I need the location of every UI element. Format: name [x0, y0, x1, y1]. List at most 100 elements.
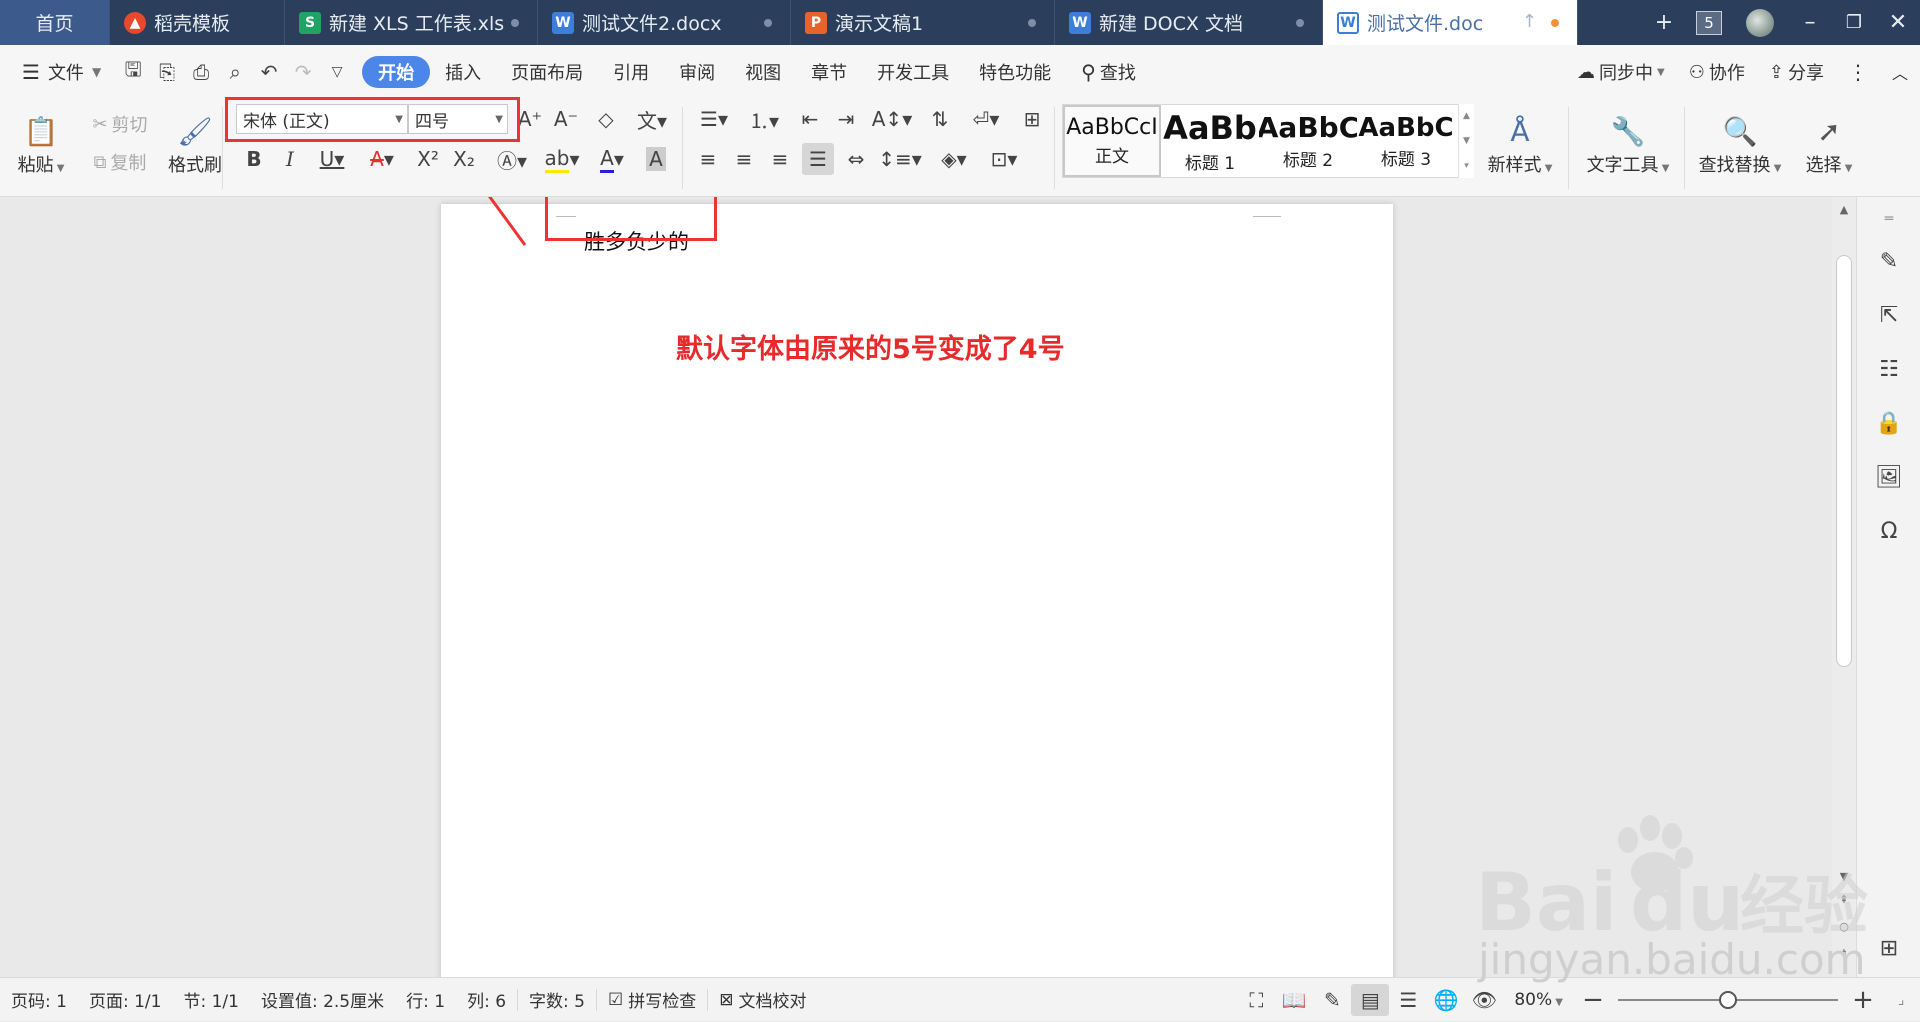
- phonetic-guide-icon[interactable]: 文▾: [630, 103, 674, 135]
- customize-quick-access-icon[interactable]: ▽: [320, 56, 354, 88]
- web-view-icon[interactable]: 🌐: [1427, 984, 1465, 1016]
- style-heading-1[interactable]: AaBb 标题 1: [1161, 105, 1259, 177]
- text-effect-icon[interactable]: Ⓐ▾: [490, 143, 534, 175]
- unsaved-dot-icon[interactable]: [1551, 19, 1559, 27]
- spell-check-button[interactable]: ☑ 拼写检查: [597, 987, 707, 1013]
- more-options-icon[interactable]: ⋮: [1836, 56, 1880, 88]
- numbered-list-icon[interactable]: ⒈▾: [742, 103, 786, 135]
- borders-icon[interactable]: ⊡▾: [982, 143, 1026, 175]
- italic-icon[interactable]: I: [274, 143, 306, 175]
- save-icon[interactable]: 🖫: [116, 56, 150, 88]
- outline-view-icon[interactable]: ☰: [1389, 984, 1427, 1016]
- char-shading-icon[interactable]: A: [640, 143, 672, 175]
- export-icon[interactable]: ⎘: [150, 56, 184, 88]
- prev-page-icon[interactable]: ⇞: [1836, 893, 1852, 906]
- decrease-indent-icon[interactable]: ⇤: [794, 103, 826, 135]
- tab-home[interactable]: 首页: [0, 0, 110, 45]
- scrollbar-thumb[interactable]: [1836, 255, 1852, 667]
- scroll-up-icon[interactable]: ▲: [1836, 203, 1852, 216]
- bullet-list-icon[interactable]: ☰▾: [692, 103, 736, 135]
- show-hide-marks-icon[interactable]: ⏎▾: [964, 103, 1008, 135]
- zoom-slider[interactable]: [1618, 990, 1838, 1010]
- adjust-sliders-icon[interactable]: ☷: [1873, 353, 1905, 385]
- tab-test-file-2[interactable]: W 测试文件2.docx: [538, 0, 791, 45]
- image-icon[interactable]: 🖼: [1873, 461, 1905, 493]
- menu-tab-view[interactable]: 视图: [730, 56, 796, 88]
- status-pages[interactable]: 页面: 1/1: [78, 987, 173, 1012]
- tab-new-docx[interactable]: W 新建 DOCX 文档: [1055, 0, 1323, 45]
- find-replace-button[interactable]: 🔍 查找替换 ▼: [1690, 105, 1790, 187]
- tab-test-file-active[interactable]: W 测试文件.doc ↑: [1323, 0, 1578, 45]
- tab-daoke-templates[interactable]: ▲ 稻壳模板: [110, 0, 285, 45]
- close-dot-icon[interactable]: [1028, 19, 1036, 27]
- align-right-icon[interactable]: ≡: [764, 143, 796, 175]
- distributed-align-icon[interactable]: ⇔: [840, 143, 872, 175]
- highlight-icon[interactable]: ab ▾: [540, 143, 584, 175]
- align-center-icon[interactable]: ≡: [728, 143, 760, 175]
- table-grid-icon[interactable]: ⊞: [1016, 103, 1048, 135]
- collapse-ribbon-icon[interactable]: ︿: [1880, 56, 1920, 88]
- text-tools-button[interactable]: 🔧 文字工具 ▼: [1578, 105, 1678, 187]
- zoom-out-icon[interactable]: −: [1574, 984, 1612, 1016]
- style-gallery-scroller[interactable]: ▲ ▼ ▾: [1458, 104, 1474, 178]
- shrink-font-icon[interactable]: A⁻: [550, 103, 582, 135]
- document-area[interactable]: 胜多负少的: [0, 197, 1832, 977]
- share-button[interactable]: ⇪ 分享: [1757, 56, 1836, 88]
- cut-button[interactable]: ✂ 剪切: [80, 109, 160, 139]
- status-row[interactable]: 行: 1: [395, 987, 456, 1012]
- increase-indent-icon[interactable]: ⇥: [830, 103, 862, 135]
- font-color-icon[interactable]: A ▾: [590, 143, 634, 175]
- close-dot-icon[interactable]: [511, 19, 519, 27]
- align-left-icon[interactable]: ≡: [692, 143, 724, 175]
- sync-button[interactable]: ☁ 同步中 ▼: [1565, 56, 1677, 88]
- write-mode-icon[interactable]: ✎: [1313, 984, 1351, 1016]
- upload-arrow-icon[interactable]: ↑: [1522, 11, 1537, 32]
- style-heading-2[interactable]: AaBbC 标题 2: [1259, 105, 1357, 177]
- underline-icon[interactable]: U▾: [310, 143, 354, 175]
- lock-icon[interactable]: 🔒: [1873, 407, 1905, 439]
- menu-tab-developer[interactable]: 开发工具: [862, 56, 964, 88]
- superscript-icon[interactable]: X²: [412, 143, 444, 175]
- search-menu[interactable]: ⚲ 查找: [1066, 56, 1151, 88]
- close-dot-icon[interactable]: [1296, 19, 1304, 27]
- menu-tab-page-layout[interactable]: 页面布局: [496, 56, 598, 88]
- new-tab-plus-icon[interactable]: +: [1642, 10, 1686, 35]
- zoom-in-icon[interactable]: +: [1844, 984, 1882, 1016]
- zoom-level[interactable]: 80% ▼: [1503, 990, 1574, 1010]
- window-count-badge[interactable]: 5: [1696, 10, 1722, 35]
- pen-edit-icon[interactable]: ✎: [1873, 245, 1905, 277]
- menu-tab-insert[interactable]: 插入: [430, 56, 496, 88]
- new-style-button[interactable]: Å 新样式 ▼: [1480, 105, 1560, 187]
- restore-icon[interactable]: ❐: [1832, 12, 1876, 33]
- format-painter-button[interactable]: 🖌 格式刷: [160, 105, 230, 187]
- subscript-icon[interactable]: X₂: [448, 143, 480, 175]
- print-preview-icon[interactable]: ⌕: [218, 56, 252, 88]
- style-heading-3[interactable]: AaBbC 标题 3: [1357, 105, 1455, 177]
- select-browse-object-icon[interactable]: ○: [1836, 920, 1852, 933]
- doc-proof-button[interactable]: ⊠ 文档校对: [708, 987, 817, 1013]
- reading-mode-icon[interactable]: 📖: [1275, 984, 1313, 1016]
- line-spacing-icon[interactable]: ↕≡▾: [878, 143, 922, 175]
- apps-grid-icon[interactable]: ⊞: [1873, 932, 1905, 964]
- style-normal[interactable]: AaBbCcI 正文: [1063, 105, 1161, 177]
- tab-xls-sheet[interactable]: S 新建 XLS 工作表.xls: [285, 0, 538, 45]
- menu-tab-home[interactable]: 开始: [362, 56, 431, 88]
- chevron-down-icon[interactable]: ▼: [1463, 136, 1470, 146]
- strikethrough-icon[interactable]: A ▾: [360, 143, 404, 175]
- status-word-count[interactable]: 字数: 5: [518, 987, 596, 1012]
- eye-protection-icon[interactable]: 👁: [1465, 984, 1503, 1016]
- redo-icon[interactable]: ↷: [286, 56, 320, 88]
- document-page[interactable]: 胜多负少的: [441, 204, 1393, 977]
- avatar[interactable]: [1746, 8, 1774, 37]
- sort-icon[interactable]: ⇅: [924, 103, 956, 135]
- select-button[interactable]: ➚ 选择 ▼: [1794, 105, 1864, 187]
- close-icon[interactable]: ✕: [1876, 10, 1920, 35]
- copy-button[interactable]: ⧉ 复制: [80, 147, 160, 177]
- scroll-down-icon[interactable]: ▼: [1836, 870, 1852, 883]
- panel-handle-icon[interactable]: ═: [1873, 203, 1905, 235]
- bold-icon[interactable]: B: [238, 143, 270, 175]
- paste-button[interactable]: 📋 粘贴 ▼: [10, 105, 72, 187]
- chevron-up-icon[interactable]: ▲: [1463, 111, 1470, 121]
- select-cursor-icon[interactable]: ⇱: [1873, 299, 1905, 331]
- file-menu[interactable]: ☰ 文件 ▼: [0, 56, 116, 88]
